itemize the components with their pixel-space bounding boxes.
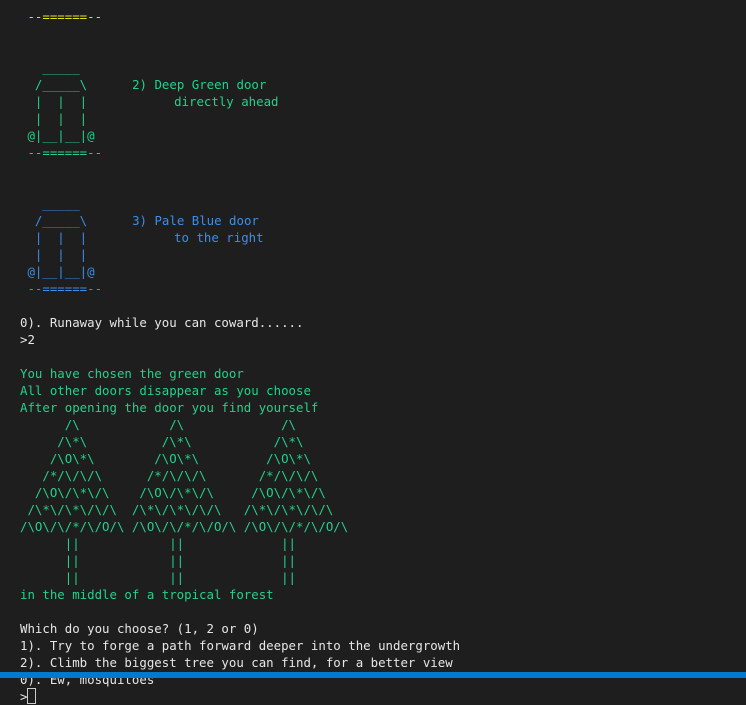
door2-block: _____ /_____\ | | | | | | @|__|__|@ --==…: [20, 59, 746, 161]
door3-label-line2: to the right: [174, 230, 264, 245]
choice-zero-line: 0). Runaway while you can coward......: [20, 315, 304, 330]
door3-art: _____ /_____\ | | | | | | @|__|__|@ --==…: [27, 196, 103, 296]
door2-label: 2) Deep Green door directly ahead: [132, 76, 278, 110]
door3-block: _____ /_____\ | | | | | | @|__|__|@ --==…: [20, 195, 746, 297]
door3-label: 3) Pale Blue door to the right: [132, 212, 264, 246]
door3-label-line1: 3) Pale Blue door: [132, 213, 259, 228]
story-line-3: After opening the door you find yourself: [20, 400, 319, 415]
status-bar: [0, 672, 746, 678]
input-prompt-line[interactable]: >: [20, 688, 746, 705]
door1-bottom-art: --======--: [20, 9, 103, 24]
door2-label-line2: directly ahead: [174, 94, 279, 109]
story-line-1: You have chosen the green door: [20, 366, 244, 381]
prompt-option-1: 1). Try to forge a path forward deeper i…: [20, 638, 461, 653]
prompt-option-2: 2). Climb the biggest tree you can find,…: [20, 655, 453, 670]
text-cursor: [27, 688, 37, 704]
user-input-line: >2: [20, 332, 35, 347]
story-line-2: All other doors disappear as you choose: [20, 383, 311, 398]
door2-label-line1: 2) Deep Green door: [132, 77, 267, 92]
door2-art: _____ /_____\ | | | | | | @|__|__|@ --==…: [27, 60, 103, 160]
terminal-output[interactable]: --======-- _____ /_____\ | | | | | | @|_…: [20, 8, 746, 704]
input-prefix: >: [20, 689, 28, 704]
prompt-question: Which do you choose? (1, 2 or 0): [20, 621, 259, 636]
story-line-4: in the middle of a tropical forest: [20, 587, 274, 602]
forest-art: /\ /\ /\ /\*\ /\*\ /\*\ /\O\*\ /\O\*\ /\…: [20, 417, 349, 585]
